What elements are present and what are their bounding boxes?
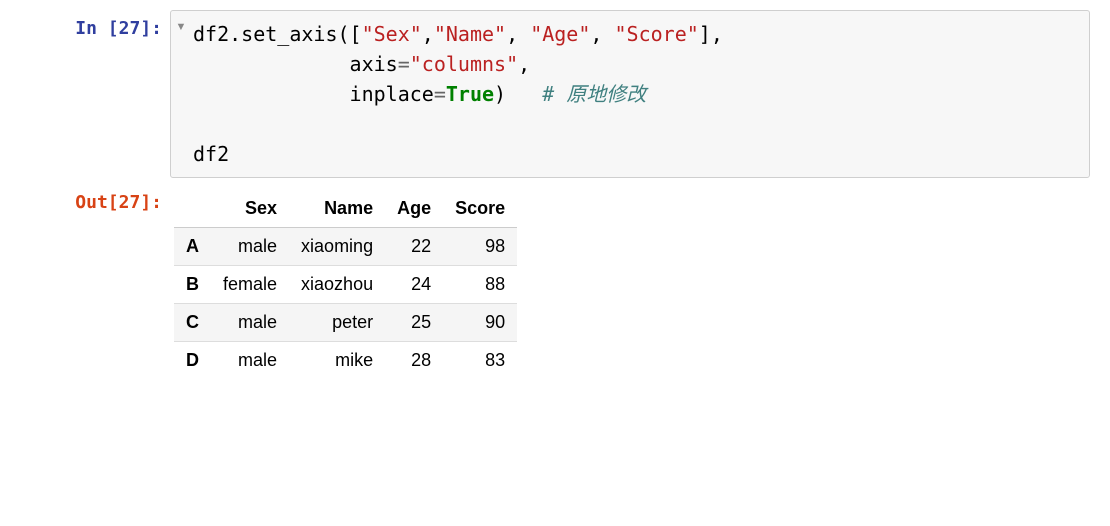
row-index: B xyxy=(174,266,211,304)
table-body: A male xiaoming 22 98 B female xiaozhou … xyxy=(174,228,517,380)
code-text: inplace xyxy=(193,82,434,106)
column-header: Name xyxy=(289,190,385,228)
code-text: df2 xyxy=(193,142,229,166)
code-comment: # 原地修改 xyxy=(542,82,646,106)
code-string: "Name" xyxy=(434,22,506,46)
code-text: df2.set_axis([ xyxy=(193,22,362,46)
code-string: "Score" xyxy=(615,22,699,46)
code-input-area[interactable]: ▼ df2.set_axis(["Sex","Name", "Age", "Sc… xyxy=(170,10,1090,178)
input-prompt: In [27]: xyxy=(20,10,170,39)
column-header: Score xyxy=(443,190,517,228)
table-cell: 88 xyxy=(443,266,517,304)
table-cell: 25 xyxy=(385,304,443,342)
table-cell: mike xyxy=(289,342,385,380)
table-cell: 90 xyxy=(443,304,517,342)
output-area: Sex Name Age Score A male xiaoming 22 98… xyxy=(170,184,1090,379)
table-row: B female xiaozhou 24 88 xyxy=(174,266,517,304)
code-string: "Sex" xyxy=(362,22,422,46)
code-text: , xyxy=(506,22,530,46)
output-cell: Out[27]: Sex Name Age Score A male xiaom… xyxy=(20,184,1090,379)
table-cell: xiaozhou xyxy=(289,266,385,304)
table-row: C male peter 25 90 xyxy=(174,304,517,342)
code-text: , xyxy=(422,22,434,46)
output-prompt: Out[27]: xyxy=(20,184,170,213)
code-text: ], xyxy=(699,22,723,46)
code-editor[interactable]: df2.set_axis(["Sex","Name", "Age", "Scor… xyxy=(191,11,1089,177)
input-cell: In [27]: ▼ df2.set_axis(["Sex","Name", "… xyxy=(20,10,1090,178)
table-row: D male mike 28 83 xyxy=(174,342,517,380)
code-text: , xyxy=(518,52,530,76)
table-cell: 83 xyxy=(443,342,517,380)
table-corner xyxy=(174,190,211,228)
code-string: "Age" xyxy=(530,22,590,46)
code-text: ) xyxy=(494,82,542,106)
table-header: Sex Name Age Score xyxy=(174,190,517,228)
row-index: A xyxy=(174,228,211,266)
table-cell: male xyxy=(211,228,289,266)
code-operator: = xyxy=(434,82,446,106)
table-cell: female xyxy=(211,266,289,304)
column-header: Age xyxy=(385,190,443,228)
table-row: A male xiaoming 22 98 xyxy=(174,228,517,266)
column-header: Sex xyxy=(211,190,289,228)
code-keyword: True xyxy=(446,82,494,106)
row-index: D xyxy=(174,342,211,380)
table-cell: peter xyxy=(289,304,385,342)
table-cell: 22 xyxy=(385,228,443,266)
row-index: C xyxy=(174,304,211,342)
table-cell: male xyxy=(211,342,289,380)
dataframe-table: Sex Name Age Score A male xiaoming 22 98… xyxy=(174,190,517,379)
code-text: axis xyxy=(193,52,398,76)
table-cell: 24 xyxy=(385,266,443,304)
table-cell: 98 xyxy=(443,228,517,266)
code-string: "columns" xyxy=(410,52,518,76)
code-text: , xyxy=(590,22,614,46)
table-cell: male xyxy=(211,304,289,342)
run-indicator-icon[interactable]: ▼ xyxy=(171,11,191,177)
table-cell: xiaoming xyxy=(289,228,385,266)
code-operator: = xyxy=(398,52,410,76)
table-cell: 28 xyxy=(385,342,443,380)
